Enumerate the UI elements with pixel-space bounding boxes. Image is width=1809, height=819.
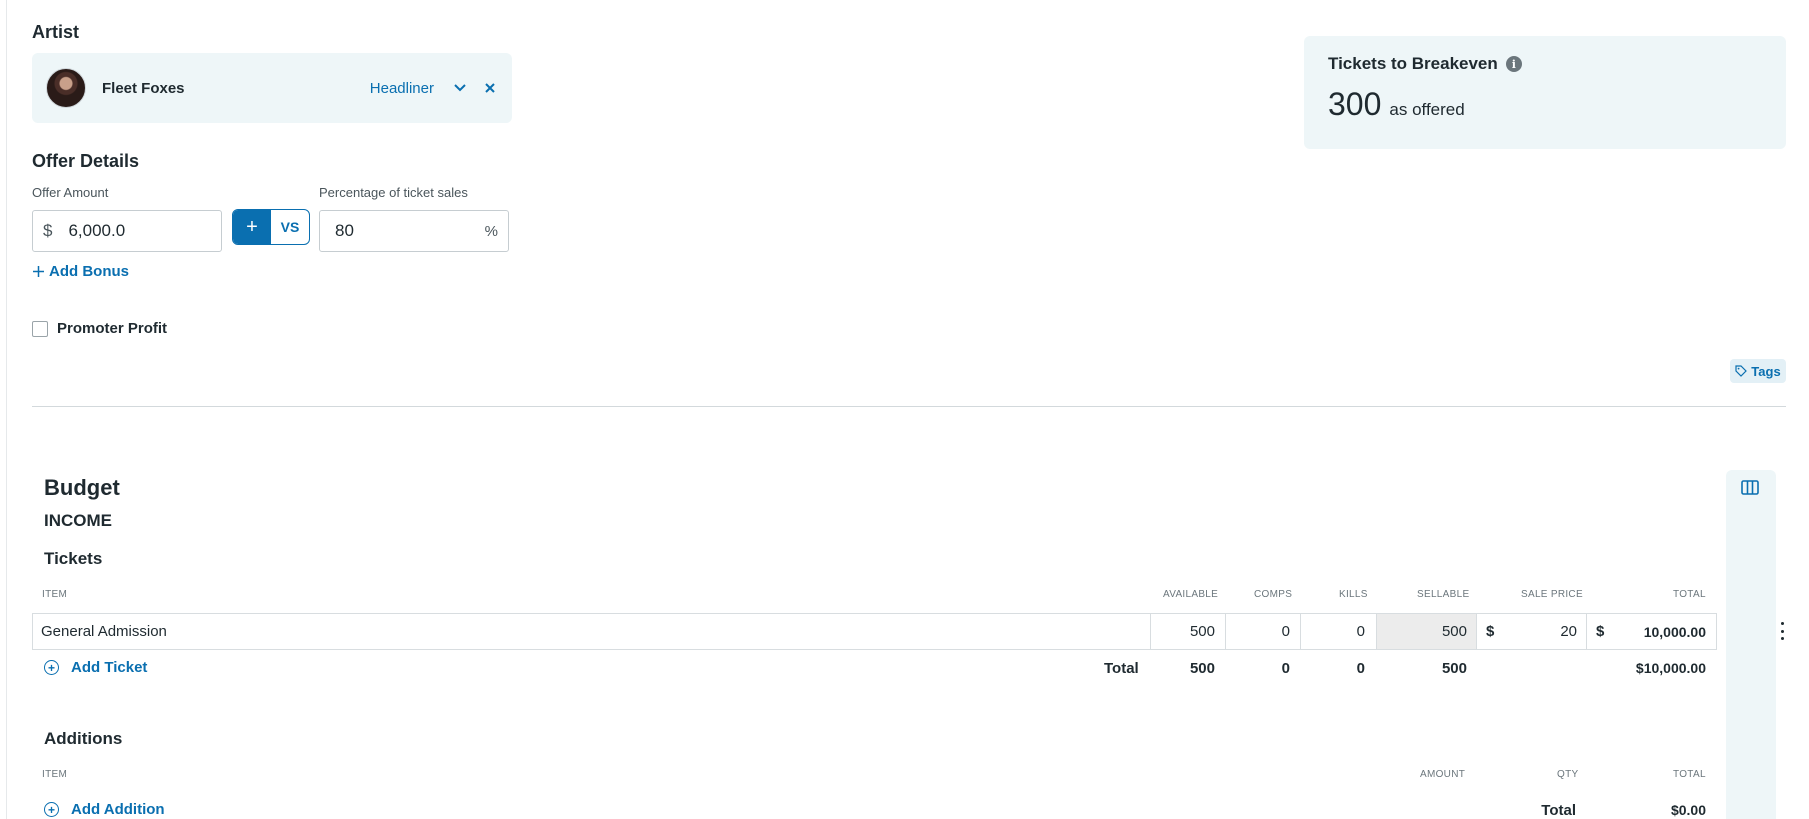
total-kills: 0 [1356, 660, 1365, 677]
col-header-total: TOTAL [1673, 589, 1706, 600]
percentage-field[interactable]: 80 % [319, 210, 509, 252]
circle-plus-icon: + [44, 802, 59, 817]
additions-col-header-amount: AMOUNT [1420, 769, 1466, 780]
chevron-down-icon[interactable] [452, 80, 468, 96]
total-currency: $ [1596, 623, 1605, 640]
tickets-total-label: Total [1104, 660, 1139, 677]
breakeven-number: 300 [1328, 86, 1382, 122]
total-available: 500 [1189, 660, 1215, 677]
breakeven-note: as offered [1389, 100, 1465, 119]
ticket-item-input[interactable]: General Admission [41, 613, 1141, 650]
circle-plus-icon: + [44, 660, 59, 675]
income-label: INCOME [44, 511, 112, 530]
breakeven-title: Tickets to Breakeven [1328, 54, 1498, 73]
breakeven-header: Tickets to Breakeven i [1328, 54, 1762, 74]
additions-col-header-item: ITEM [42, 769, 68, 780]
promoter-profit-row: Promoter Profit [32, 320, 167, 337]
close-icon[interactable] [482, 80, 498, 96]
percent-icon: % [484, 222, 498, 240]
columns-icon[interactable] [1741, 480, 1759, 495]
col-header-item: ITEM [42, 589, 68, 600]
breakeven-value-row: 300 as offered [1328, 86, 1762, 123]
ticket-kills-input[interactable]: 0 [1300, 613, 1365, 650]
offer-amount-label: Offer Amount [32, 185, 109, 200]
add-addition-label: Add Addition [71, 801, 165, 818]
percentage-label: Percentage of ticket sales [319, 185, 468, 200]
add-ticket-label: Add Ticket [71, 659, 148, 676]
plus-toggle-button[interactable]: + [233, 210, 271, 244]
ticket-available-input[interactable]: 500 [1150, 613, 1215, 650]
ticket-comps-input[interactable]: 0 [1225, 613, 1290, 650]
additions-col-header-total: TOTAL [1673, 769, 1706, 780]
offer-section-title: Offer Details [32, 151, 140, 171]
artist-section-title: Artist [32, 22, 80, 42]
col-header-kills: KILLS [1339, 589, 1368, 600]
add-bonus-button[interactable]: Add Bonus [32, 263, 129, 280]
col-header-available: AVAILABLE [1163, 589, 1219, 600]
col-header-sale-price: SALE PRICE [1521, 589, 1583, 600]
col-header-comps: COMPS [1254, 589, 1293, 600]
additions-total-label: Total [1541, 802, 1576, 819]
offer-amount-field[interactable]: $ 6,000.0 [32, 210, 222, 252]
artist-name: Fleet Foxes [102, 79, 185, 97]
tags-label: Tags [1751, 363, 1781, 379]
cell-divider [1476, 614, 1477, 649]
artist-avatar [46, 68, 86, 108]
tags-button[interactable]: Tags [1730, 359, 1786, 383]
info-icon[interactable]: i [1505, 56, 1522, 72]
ticket-sellable-value: 500 [1441, 623, 1467, 640]
row-menu-icon[interactable] [1779, 622, 1785, 640]
add-ticket-button[interactable]: + Add Ticket [44, 659, 147, 676]
breakeven-card: Tickets to Breakeven i 300 as offered [1304, 36, 1786, 149]
add-bonus-label: Add Bonus [49, 263, 129, 280]
promoter-profit-checkbox[interactable] [32, 320, 48, 337]
ticket-sale-price-input[interactable]: 20 [1500, 613, 1577, 650]
tag-icon [1735, 365, 1748, 377]
cell-divider [1586, 614, 1587, 649]
promoter-profit-label: Promoter Profit [57, 320, 168, 337]
additions-col-header-qty: QTY [1557, 769, 1579, 780]
currency-symbol: $ [43, 221, 53, 240]
budget-title: Budget [44, 475, 120, 500]
total-sellable: 500 [1441, 660, 1467, 677]
tickets-grand-total: $10,000.00 [1635, 660, 1706, 676]
total-comps: 0 [1281, 660, 1290, 677]
ticket-total-value: 10,000.00 [1643, 623, 1706, 640]
sale-price-currency: $ [1486, 623, 1495, 640]
add-addition-button[interactable]: + Add Addition [44, 801, 165, 818]
additions-title: Additions [44, 729, 123, 748]
page-left-border [6, 0, 7, 819]
vs-toggle-button[interactable]: VS [271, 210, 309, 244]
artist-card: Fleet Foxes Headliner [32, 53, 512, 123]
tickets-title: Tickets [44, 549, 103, 568]
col-header-sellable: SELLABLE [1417, 589, 1470, 600]
percentage-value: 80 [335, 221, 354, 240]
plus-icon [33, 266, 44, 277]
section-divider [32, 406, 1786, 407]
additions-total-value: $0.00 [1670, 802, 1706, 818]
budget-side-panel [1726, 470, 1776, 819]
artist-role-select[interactable]: Headliner [370, 80, 434, 97]
deal-type-toggle[interactable]: + VS [232, 209, 310, 245]
offer-amount-value: 6,000.0 [68, 221, 126, 240]
